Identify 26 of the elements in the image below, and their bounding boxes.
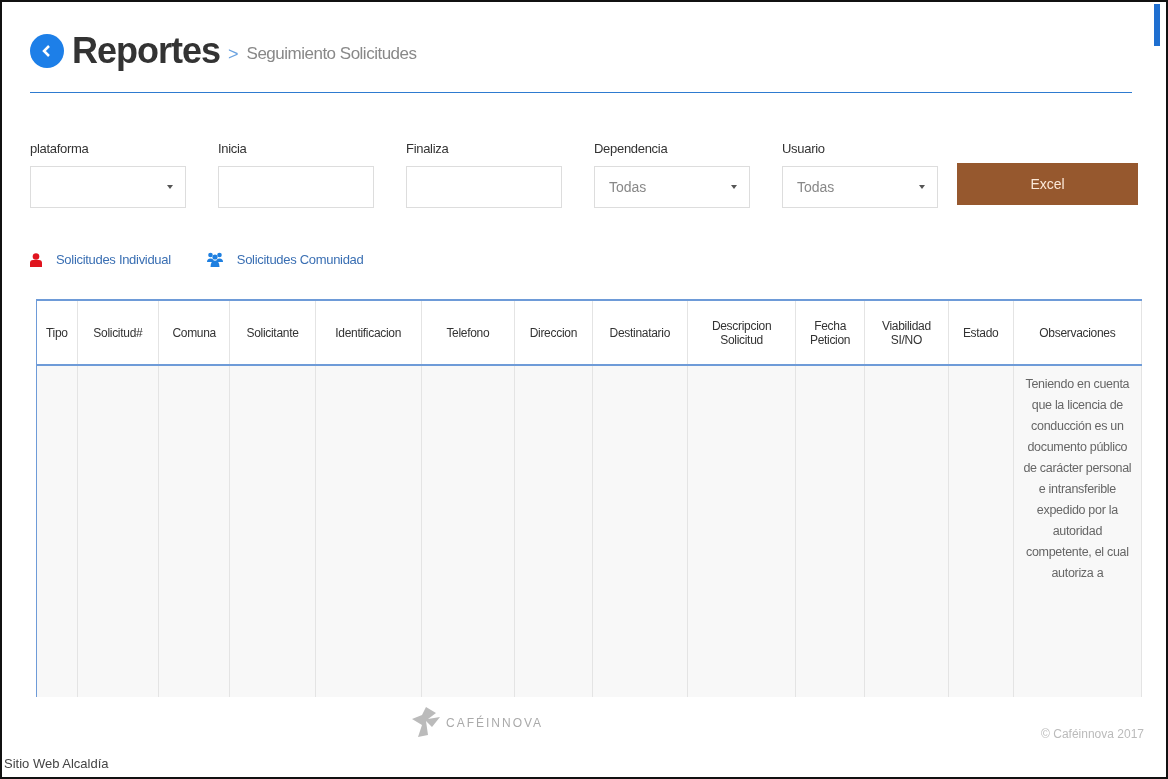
page-title: Reportes xyxy=(72,30,221,72)
excel-button[interactable]: Excel xyxy=(957,163,1138,205)
caret-icon xyxy=(731,185,737,189)
tab-link[interactable]: Solicitudes Individual xyxy=(56,252,171,267)
breadcrumb-link[interactable]: Seguimiento Solicitudes xyxy=(246,44,417,64)
caret-icon xyxy=(167,185,173,189)
logo-icon xyxy=(412,707,442,739)
logo-text: CAFÉINNOVA xyxy=(446,716,544,730)
dropdown-field[interactable] xyxy=(30,166,186,208)
field-label: Finaliza xyxy=(406,141,450,156)
table-cell: Teniendo en cuenta que la licencia de conducción es un documento público de carácter personal e intransferible expedido por la autoridad competente, el cual autoriza a xyxy=(1023,377,1132,580)
input-field[interactable] xyxy=(218,166,374,208)
field-label: Usuario xyxy=(782,141,826,156)
dropdown-field[interactable]: Todas xyxy=(594,166,750,208)
tab-link[interactable]: Solicitudes Comunidad xyxy=(236,252,364,267)
copyright-text: © Caféinnova 2017 xyxy=(1041,727,1144,741)
field-label: Inicia xyxy=(218,141,248,156)
caret-icon xyxy=(919,185,925,189)
dropdown-field[interactable]: Todas xyxy=(782,166,938,208)
field-label: plataforma xyxy=(30,141,90,156)
back-button[interactable] xyxy=(30,34,64,68)
input-field[interactable] xyxy=(406,166,562,208)
breadcrumb-separator: > xyxy=(228,43,239,65)
field-label: Dependencia xyxy=(594,141,669,156)
chevron-left-icon xyxy=(42,45,52,57)
footer-link[interactable]: Sitio Web Alcaldía xyxy=(4,756,109,771)
